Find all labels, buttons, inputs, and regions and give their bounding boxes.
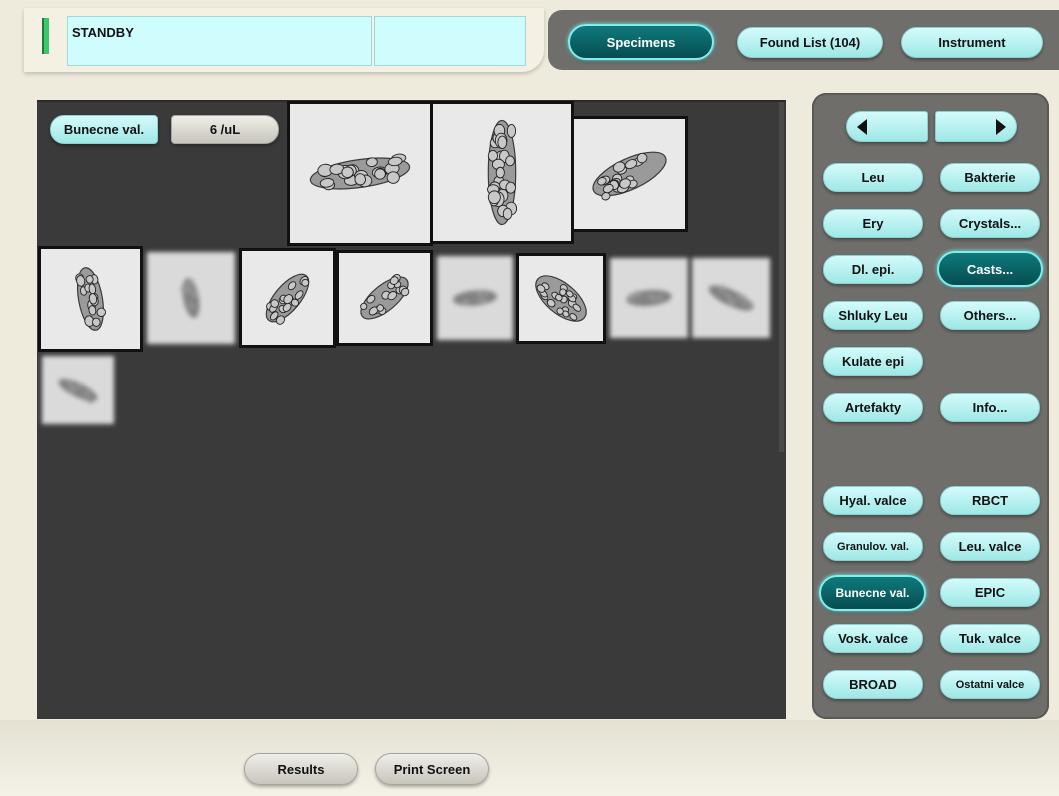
specimen-image: [535, 275, 587, 322]
category-label: Bunecne val.: [50, 115, 158, 144]
specimen-image: [265, 273, 310, 325]
subcategory-epic-button[interactable]: EPIC: [940, 578, 1040, 607]
specimen-thumbnail[interactable]: [610, 258, 688, 338]
category-kulate-epi-button[interactable]: Kulate epi: [823, 347, 923, 376]
subcategory-ostatni-valce-button[interactable]: Ostatni valce: [940, 670, 1040, 699]
tab-found-list[interactable]: Found List (104): [737, 27, 883, 58]
next-page-button[interactable]: [935, 111, 1017, 142]
specimen-thumbnail[interactable]: [571, 116, 688, 232]
specimen-thumbnail[interactable]: [692, 258, 770, 338]
specimen-thumbnail[interactable]: [42, 356, 114, 424]
specimen-image: [58, 379, 98, 404]
subcategory-granulov-val-button[interactable]: Granulov. val.: [823, 532, 923, 561]
results-button[interactable]: Results: [244, 753, 358, 785]
tab-specimens[interactable]: Specimens: [568, 24, 714, 60]
specimen-image: [360, 274, 410, 320]
specimen-thumbnail[interactable]: [437, 256, 513, 340]
specimen-image: [453, 289, 497, 306]
category-ery-button[interactable]: Ery: [823, 209, 923, 238]
specimen-thumbnail[interactable]: [516, 253, 606, 344]
gallery-scroll-track[interactable]: [779, 102, 784, 452]
category-shluky-leu-button[interactable]: Shluky Leu: [823, 301, 923, 330]
specimen-image: [592, 151, 667, 201]
subcategory-broad-button[interactable]: BROAD: [823, 670, 923, 699]
specimen-image: [75, 267, 106, 331]
subcategory-rbct-button[interactable]: RBCT: [940, 486, 1040, 515]
status-bar: STANDBY: [24, 8, 544, 72]
print-screen-button[interactable]: Print Screen: [375, 753, 489, 785]
specimen-thumbnail[interactable]: [38, 246, 143, 352]
specimen-thumbnail[interactable]: [430, 101, 574, 244]
subcategory-tuk-valce-button[interactable]: Tuk. valce: [940, 624, 1040, 653]
subcategory-leu-valce-button[interactable]: Leu. valce: [940, 532, 1040, 561]
subcategory-bunecne-val-button[interactable]: Bunecne val.: [819, 575, 926, 611]
category-others-button[interactable]: Others...: [940, 301, 1040, 330]
specimen-thumbnail[interactable]: [287, 101, 433, 246]
category-info-button[interactable]: Info...: [940, 393, 1040, 422]
specimen-thumbnail[interactable]: [336, 250, 433, 346]
category-dl-epi-button[interactable]: Dl. epi.: [823, 255, 923, 284]
category-artefakty-button[interactable]: Artefakty: [823, 393, 923, 422]
specimen-thumbnail[interactable]: [147, 252, 235, 344]
left-arrow-icon: [857, 118, 867, 135]
status-indicator: [42, 18, 49, 54]
category-bakterie-button[interactable]: Bakterie: [940, 163, 1040, 192]
category-leu-button[interactable]: Leu: [823, 163, 923, 192]
specimen-image: [487, 119, 518, 226]
specimen-image: [708, 285, 754, 311]
category-casts-button[interactable]: Casts...: [937, 251, 1043, 287]
specimen-image: [180, 278, 200, 318]
category-crystals-button[interactable]: Crystals...: [940, 209, 1040, 238]
subcategory-vosk-valce-button[interactable]: Vosk. valce: [823, 624, 923, 653]
subcategory-hyal-valce-button[interactable]: Hyal. valce: [823, 486, 923, 515]
status-field-secondary: [374, 16, 526, 66]
concentration-value: 6 /uL: [171, 115, 279, 144]
specimen-image: [626, 290, 672, 306]
status-field: STANDBY: [67, 16, 372, 66]
status-text: STANDBY: [72, 25, 134, 40]
tab-instrument[interactable]: Instrument: [901, 27, 1043, 58]
footer-bar: [0, 720, 1059, 796]
prev-page-button[interactable]: [846, 111, 928, 142]
right-arrow-icon: [996, 118, 1006, 135]
specimen-image: [309, 153, 411, 191]
specimen-thumbnail[interactable]: [239, 248, 336, 348]
